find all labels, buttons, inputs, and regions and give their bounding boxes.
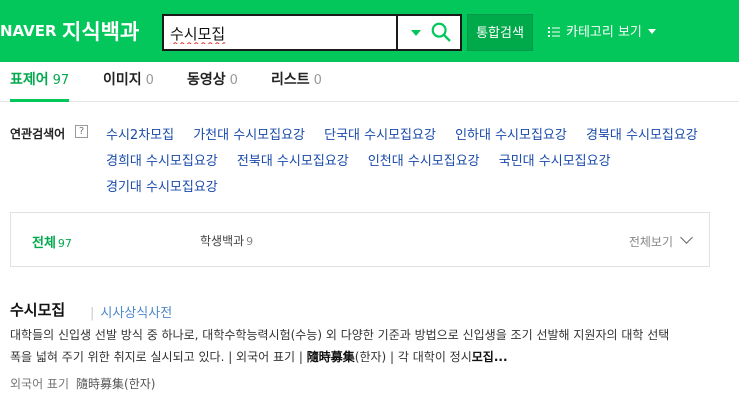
autocomplete-toggle-icon[interactable] xyxy=(409,27,423,39)
search-result-item: 수시모집 시사상식사전 대학들의 신입생 선발 방식 중 하나로, 대학수학능력… xyxy=(10,299,730,391)
search-icon xyxy=(431,22,451,42)
list-icon xyxy=(548,27,560,37)
related-link[interactable]: 전북대 수시모집요강 xyxy=(237,154,349,169)
category-filter-box: 전체 97 학생백과 9 전체보기 xyxy=(10,212,710,267)
search-box xyxy=(162,14,398,51)
category-view-button[interactable]: 카테고리 보기 xyxy=(548,14,656,51)
related-link[interactable]: 인하대 수시모집요강 xyxy=(455,128,567,143)
related-link[interactable]: 단국대 수시모집요강 xyxy=(324,128,436,143)
caret-down-icon xyxy=(647,29,656,34)
filter-student-encyclopedia[interactable]: 학생백과 9 xyxy=(200,232,253,249)
related-link[interactable]: 경북대 수시모집요강 xyxy=(586,128,698,143)
result-meta: 외국어 표기 隨時募集(한자) xyxy=(10,377,156,391)
related-link[interactable]: 인천대 수시모집요강 xyxy=(368,154,480,169)
tab-headword[interactable]: 표제어 97 xyxy=(10,62,70,102)
search-side xyxy=(398,14,462,51)
search-input[interactable] xyxy=(170,22,392,44)
search-button[interactable] xyxy=(430,21,456,45)
chevron-down-icon xyxy=(680,231,693,244)
related-link[interactable]: 국민대 수시모집요강 xyxy=(499,154,611,169)
help-icon[interactable]: ? xyxy=(75,125,88,138)
tab-image[interactable]: 이미지 0 xyxy=(103,62,154,102)
result-description[interactable]: 대학들의 신입생 선발 방식 중 하나로, 대학수학능력시험(수능) 외 다양한… xyxy=(10,324,680,368)
related-link[interactable]: 수시2차모집 xyxy=(106,128,174,143)
total-search-button[interactable]: 통합검색 xyxy=(467,14,533,51)
category-label: 카테고리 보기 xyxy=(566,25,642,40)
result-tabs: 표제어 97 이미지 0 동영상 0 리스트 0 xyxy=(0,62,739,102)
related-link[interactable]: 경기대 수시모집요강 xyxy=(106,180,218,195)
tab-video[interactable]: 동영상 0 xyxy=(187,62,238,102)
tab-list[interactable]: 리스트 0 xyxy=(271,62,322,102)
related-label: 연관검색어 xyxy=(10,127,66,141)
related-links: 수시2차모집 가천대 수시모집요강 단국대 수시모집요강 인하대 수시모집요강 … xyxy=(106,123,726,201)
result-source[interactable]: 시사상식사전 xyxy=(90,302,172,321)
header-bar: NAVER 지식백과 통합검색 카테고리 보기 xyxy=(0,0,739,62)
view-all-button[interactable]: 전체보기 xyxy=(629,231,693,250)
related-link[interactable]: 경희대 수시모집요강 xyxy=(106,154,218,169)
service-title[interactable]: 지식백과 xyxy=(62,16,139,46)
filter-all[interactable]: 전체 97 xyxy=(32,232,72,251)
naver-logo[interactable]: NAVER xyxy=(0,22,57,40)
related-link[interactable]: 가천대 수시모집요강 xyxy=(193,128,305,143)
